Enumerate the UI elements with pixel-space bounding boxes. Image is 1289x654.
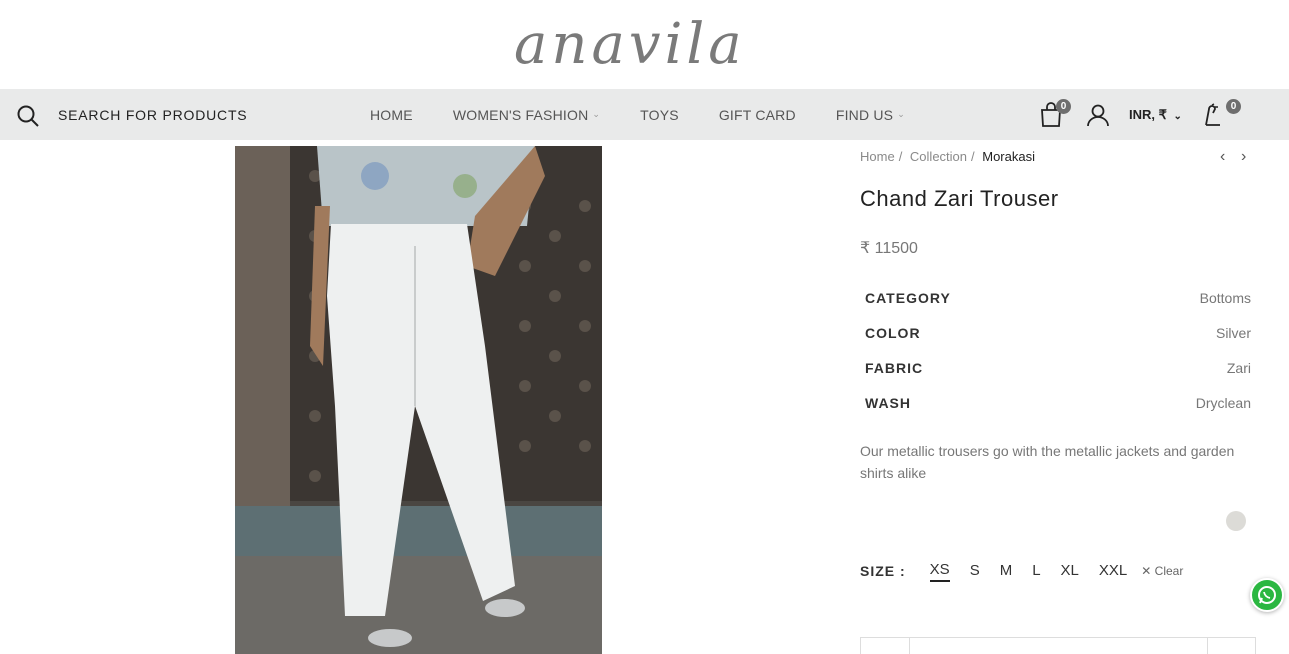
menu-item-find-us[interactable]: FIND US ⌄ [816, 107, 925, 123]
main-nav: SEARCH FOR PRODUCTS HOME WOMEN'S FASHION… [0, 89, 1289, 140]
breadcrumb-home[interactable]: Home [860, 149, 895, 164]
whatsapp-button[interactable] [1250, 578, 1284, 612]
attribute-value: Zari [1226, 359, 1251, 376]
product-description: Our metallic trousers go with the metall… [860, 443, 1235, 481]
attribute-label: COLOR [865, 324, 921, 341]
product-image[interactable] [235, 146, 602, 654]
attribute-value: Silver [1215, 324, 1251, 341]
attribute-label: CATEGORY [865, 289, 951, 306]
size-option-xxl[interactable]: XXL [1099, 562, 1127, 581]
menu-item-gift-card[interactable]: GIFT CARD [699, 107, 816, 123]
menu-item-label: WOMEN'S FASHION [452, 106, 589, 123]
attribute-label: WASH [865, 394, 911, 411]
close-icon: ✕ [1141, 564, 1152, 578]
menu-item-label: GIFT CARD [718, 106, 796, 123]
wishlist-icon[interactable] [1202, 103, 1224, 127]
wishlist-count-badge: 0 [1226, 99, 1241, 114]
attribute-value: Bottoms [1199, 289, 1251, 306]
brand-logo[interactable]: anavila [514, 10, 764, 80]
quantity-stepper[interactable] [860, 637, 1256, 654]
product-price: ₹ 11500 [860, 240, 918, 257]
breadcrumb-separator: / [971, 149, 979, 164]
size-selector: SIZE : XS S M L XL XXL ✕ Clear [860, 558, 1183, 584]
attribute-row: FABRIC Zari [860, 350, 1256, 385]
size-option-l[interactable]: L [1032, 562, 1040, 581]
menu: HOME WOMEN'S FASHION ⌄ TOYS GIFT CARD FI… [350, 89, 925, 140]
search-icon[interactable] [16, 104, 40, 128]
clear-label: Clear [1154, 564, 1184, 578]
chevron-down-icon: ⌄ [897, 109, 905, 119]
size-option-s[interactable]: S [970, 562, 980, 581]
user-icon[interactable] [1086, 103, 1110, 127]
menu-item-toys[interactable]: TOYS [620, 107, 699, 123]
attribute-table: CATEGORY Bottoms COLOR Silver FABRIC Zar… [860, 280, 1256, 420]
chevron-down-icon: ⌄ [1173, 111, 1182, 122]
breadcrumb-current: Morakasi [982, 149, 1035, 164]
attribute-row: CATEGORY Bottoms [860, 280, 1256, 315]
chevron-right-icon[interactable]: › [1241, 148, 1246, 166]
clear-button[interactable]: ✕ Clear [1141, 564, 1183, 578]
breadcrumb-collection[interactable]: Collection [910, 149, 967, 164]
breadcrumb-separator: / [898, 149, 906, 164]
menu-item-home[interactable]: HOME [350, 107, 433, 123]
size-label: SIZE : [860, 563, 906, 579]
size-option-xl[interactable]: XL [1061, 562, 1079, 581]
size-option-xs[interactable]: XS [929, 561, 950, 582]
cart-count-badge: 0 [1056, 99, 1071, 114]
currency-label: INR, ₹ [1129, 107, 1167, 122]
size-option-m[interactable]: M [1000, 562, 1013, 581]
search-input[interactable]: SEARCH FOR PRODUCTS [58, 107, 247, 123]
breadcrumb: Home / Collection / Morakasi [860, 149, 1039, 164]
product-title: Chand Zari Trouser [860, 186, 1059, 211]
color-swatch[interactable] [1226, 511, 1246, 531]
divider [909, 638, 910, 654]
menu-item-label: FIND US [835, 106, 894, 123]
currency-selector[interactable]: INR, ₹ ⌄ [1129, 107, 1182, 123]
attribute-row: COLOR Silver [860, 315, 1256, 350]
chevron-left-icon[interactable]: ‹ [1220, 148, 1225, 166]
menu-item-label: TOYS [640, 106, 679, 123]
attribute-label: FABRIC [865, 359, 924, 376]
attribute-value: Dryclean [1195, 394, 1251, 411]
divider [1207, 638, 1208, 654]
menu-item-womens-fashion[interactable]: WOMEN'S FASHION ⌄ [433, 107, 620, 123]
whatsapp-icon [1258, 586, 1276, 604]
logo-bar: anavila [0, 0, 1289, 89]
attribute-row: WASH Dryclean [860, 385, 1256, 420]
chevron-down-icon: ⌄ [592, 109, 601, 119]
product-photo [235, 146, 602, 654]
menu-item-label: HOME [370, 106, 413, 123]
